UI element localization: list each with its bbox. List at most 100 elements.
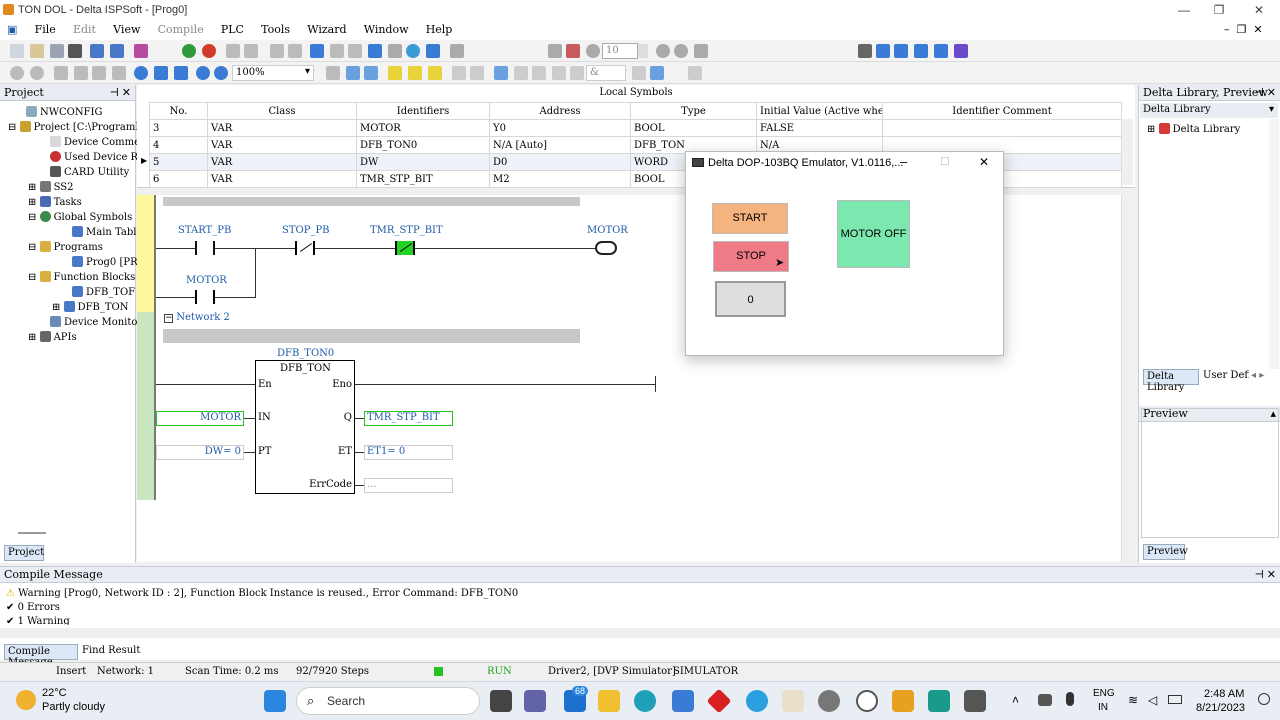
cell[interactable]: 5 [149, 153, 208, 171]
mic-icon[interactable] [1066, 692, 1074, 706]
undo-icon[interactable] [112, 66, 126, 80]
window-icon[interactable] [894, 44, 908, 58]
tab-find-result[interactable]: Find Result [82, 645, 140, 656]
tab-preview[interactable]: Preview [1143, 544, 1188, 560]
ladder-icon[interactable] [514, 66, 528, 80]
tree-item[interactable]: Main Table [72, 225, 142, 240]
ladder-icon[interactable] [408, 66, 422, 80]
col-header[interactable]: Initial Value (Active when... [756, 102, 883, 120]
cell[interactable]: VAR [207, 136, 357, 154]
menu-plc[interactable]: PLC [214, 21, 251, 36]
bulb-icon[interactable] [406, 44, 420, 58]
ladder-icon[interactable] [552, 66, 566, 80]
close-icon[interactable]: ✕ [122, 86, 131, 99]
mdi-controls[interactable]: – ❐ ✕ [1224, 23, 1263, 36]
clock-date[interactable]: 8/21/2023 [1196, 702, 1245, 714]
cell[interactable]: VAR [207, 119, 357, 137]
ladder-vscroll[interactable] [1121, 195, 1135, 563]
tree-item[interactable]: CARD Utility [50, 165, 129, 180]
emu-minimize[interactable]: – [900, 154, 907, 169]
errors-line[interactable]: ✔ 0 Errors [6, 602, 60, 613]
cell[interactable]: DFB_TON0 [356, 136, 490, 154]
weather-temp[interactable]: 22°C [42, 687, 67, 699]
menu-help[interactable]: Help [419, 21, 460, 36]
menu-wizard[interactable]: Wizard [300, 21, 353, 36]
zoom-select[interactable]: 100% ▾ [232, 65, 314, 81]
spin-icon[interactable] [638, 44, 648, 58]
notification-icon[interactable] [1258, 693, 1270, 705]
lang-2[interactable]: IN [1098, 702, 1108, 713]
cell[interactable]: 3 [149, 119, 208, 137]
tab-scroll-icons[interactable]: ◂ ▸ [1251, 370, 1264, 381]
close-icon[interactable]: ✕ [1267, 568, 1276, 581]
ispsoft-icon[interactable] [892, 690, 914, 712]
cut-icon[interactable] [54, 66, 68, 80]
tool-icon[interactable] [174, 66, 188, 80]
err-variable[interactable]: ... [364, 478, 453, 493]
pin-icon[interactable]: ⊣ [110, 86, 119, 99]
ladder-icon[interactable] [428, 66, 442, 80]
file-explorer-icon[interactable] [598, 690, 620, 712]
view2-icon[interactable] [110, 44, 124, 58]
minimize-button[interactable]: — [1170, 0, 1198, 20]
window-icon[interactable] [876, 44, 890, 58]
monitor-icon[interactable] [348, 44, 362, 58]
tool-icon[interactable] [694, 44, 708, 58]
ladder-icon[interactable] [650, 66, 664, 80]
tree-item[interactable]: ⊟ Programs [28, 240, 103, 255]
window-icon[interactable] [914, 44, 928, 58]
col-header[interactable]: Type [630, 102, 757, 120]
col-header[interactable]: No. [149, 102, 208, 120]
app-icon[interactable] [782, 690, 804, 712]
col-header[interactable]: Identifier Comment [882, 102, 1122, 120]
open-icon[interactable] [30, 44, 44, 58]
save-icon[interactable] [50, 44, 64, 58]
ladder-icon[interactable] [452, 66, 466, 80]
cell[interactable]: VAR [207, 153, 357, 171]
window-icon[interactable] [954, 44, 968, 58]
compile-hscroll[interactable] [0, 628, 1280, 638]
operator-select[interactable]: & [586, 65, 626, 81]
weather-desc[interactable]: Partly cloudy [42, 701, 105, 713]
find-icon[interactable] [134, 66, 148, 80]
tree-item[interactable]: Device Monitor [50, 315, 142, 330]
tree-item[interactable]: Device Comment [50, 135, 151, 150]
battery-icon[interactable] [1168, 695, 1182, 704]
tree-item[interactable]: Used Device Rep [50, 150, 150, 165]
tab-project[interactable]: Project [4, 545, 44, 561]
col-header[interactable]: Address [489, 102, 631, 120]
col-header[interactable]: Class [207, 102, 357, 120]
tmr-contact[interactable] [395, 241, 415, 255]
print-icon[interactable] [68, 44, 82, 58]
cell[interactable]: 4 [149, 136, 208, 154]
start-pb-contact[interactable] [195, 241, 215, 255]
weather-icon[interactable] [16, 690, 36, 710]
vscroll[interactable] [1121, 119, 1133, 185]
fb-block[interactable]: DFB_TON En Eno IN Q PT ET ErrCode [255, 360, 355, 494]
pt-variable[interactable]: DW= 0 [156, 445, 244, 460]
library-root[interactable]: ⊞ Delta Library [1147, 123, 1240, 135]
value-display[interactable]: 0 [715, 281, 786, 317]
hscroll[interactable] [18, 532, 46, 534]
cell[interactable]: MOTOR [356, 119, 490, 137]
tray-icon[interactable] [1038, 694, 1052, 706]
warnings-line[interactable]: ✔ 1 Warning [6, 616, 70, 625]
run-icon[interactable] [182, 44, 196, 58]
library-vscroll[interactable] [1269, 119, 1279, 369]
online-icon[interactable] [310, 44, 324, 58]
pin-icon[interactable]: ⊣ [1255, 568, 1264, 581]
tool-icon[interactable] [30, 66, 44, 80]
device-icon[interactable] [388, 44, 402, 58]
tool-icon[interactable] [548, 44, 562, 58]
tool-icon[interactable] [656, 44, 670, 58]
device-icon[interactable] [426, 44, 440, 58]
paste-icon[interactable] [92, 66, 106, 80]
cell[interactable]: DW [356, 153, 490, 171]
col-header[interactable]: Identifiers [356, 102, 490, 120]
collapse-icon[interactable]: − [164, 314, 173, 323]
tool-icon[interactable] [674, 44, 688, 58]
tree-item[interactable]: ⊟ Function Blocks [28, 270, 135, 285]
menu-compile[interactable]: Compile [151, 21, 211, 36]
maximize-button[interactable]: ❐ [1205, 0, 1233, 20]
et-variable[interactable]: ET1= 0 [364, 445, 453, 460]
